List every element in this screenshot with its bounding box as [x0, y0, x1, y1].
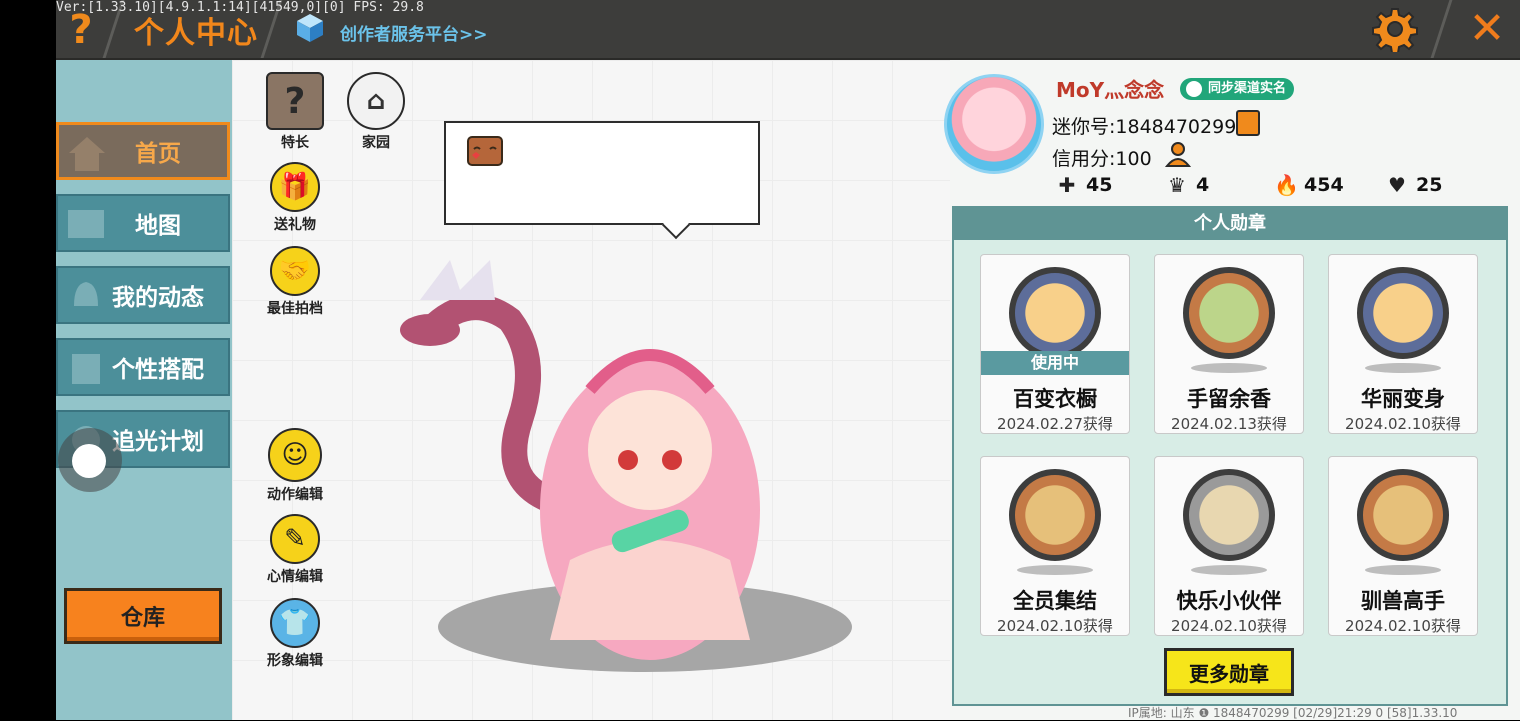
sidebar-item-label: 地图 [135, 213, 181, 239]
real-name-sync-badge[interactable]: 同步渠道实名 [1180, 78, 1295, 100]
medal-shadow [1191, 363, 1267, 373]
tool-label: 最佳拍档 [267, 301, 323, 317]
more-medals-button[interactable]: 更多勋章 [1164, 648, 1294, 696]
popularity-stat[interactable]: 🔥 454 [1274, 174, 1344, 196]
home-icon [69, 137, 105, 171]
tool-label: 形象编辑 [267, 653, 323, 669]
badge-label: 同步渠道实名 [1208, 81, 1287, 96]
popularity-count: 454 [1304, 174, 1344, 196]
question-block-icon: ? [266, 72, 324, 130]
medal-icon [1009, 469, 1101, 561]
medal-card[interactable]: 手留余香 2024.02.13获得 [1154, 254, 1304, 434]
medal-name: 全员集结 [1013, 589, 1097, 613]
medal-name: 华丽变身 [1361, 387, 1445, 411]
friends-stat[interactable]: ✚ 45 [1056, 173, 1113, 197]
send-gift-button[interactable]: 🎁 送礼物 [260, 162, 330, 234]
medal-date: 2024.02.13获得 [1171, 415, 1287, 433]
cheer-icon: ♛ [1168, 173, 1186, 197]
mood-speech-bubble[interactable] [444, 121, 760, 225]
flame-icon: 🔥 [1274, 173, 1299, 197]
pose-icon: ☺ [268, 428, 322, 482]
add-friend-icon: ✚ [1058, 173, 1076, 197]
credit-score: 信用分:100 [1052, 148, 1152, 170]
image-edit-button[interactable]: 👕 形象编辑 [260, 598, 330, 670]
specialty-button[interactable]: ? 特长 [260, 72, 330, 152]
likes-stat[interactable]: ♥ 25 [1386, 174, 1442, 196]
medal-card[interactable]: 快乐小伙伴 2024.02.10获得 [1154, 456, 1304, 636]
medal-date: 2024.02.10获得 [1345, 617, 1461, 635]
best-partner-button[interactable]: 🤝 最佳拍档 [260, 246, 330, 318]
joystick-knob[interactable] [72, 444, 106, 478]
medal-card[interactable]: 华丽变身 2024.02.10获得 [1328, 254, 1478, 434]
nickname: MoY灬念念 [1056, 78, 1165, 102]
medal-card[interactable]: 全员集结 2024.02.10获得 [980, 456, 1130, 636]
verified-user-icon [1186, 81, 1202, 97]
home-button[interactable]: ⌂ 家园 [341, 72, 411, 152]
map-icon [68, 210, 104, 238]
medal-name: 手留余香 [1187, 387, 1271, 411]
outfit-icon: 👕 [270, 598, 320, 648]
tool-label: 动作编辑 [267, 487, 323, 503]
copy-icon[interactable] [1236, 110, 1260, 136]
sidebar-item-outfit[interactable]: 个性搭配 [56, 338, 230, 396]
medal-shadow [1365, 565, 1441, 575]
footer-info: IP属地: 山东 ❶ 1848470299 [02/29]21:29 0 [58… [1128, 706, 1458, 720]
fans-stat[interactable]: ♛ 4 [1166, 174, 1209, 196]
medal-date: 2024.02.10获得 [997, 617, 1113, 635]
cube-icon [297, 14, 323, 42]
gift-icon: 🎁 [270, 162, 320, 212]
house-icon: ⌂ [347, 72, 405, 130]
medals-header: 个人勋章 [954, 208, 1506, 240]
warehouse-button[interactable]: 仓库 [64, 588, 222, 644]
credit-info-icon[interactable] [1164, 140, 1192, 168]
medal-shadow [1017, 565, 1093, 575]
medal-date: 2024.02.10获得 [1345, 415, 1461, 433]
sidebar-item-label: 我的动态 [112, 285, 204, 311]
sidebar-item-activity[interactable]: 我的动态 [56, 266, 230, 324]
sidebar-item-map[interactable]: 地图 [56, 194, 230, 252]
tool-label: 特长 [281, 135, 309, 151]
medal-icon [1183, 267, 1275, 359]
sidebar-item-label: 追光计划 [112, 429, 204, 455]
edit-pencil-icon: ✎ [270, 514, 320, 564]
character-icon [72, 354, 100, 384]
bell-icon [74, 282, 98, 306]
fans-count: 4 [1196, 174, 1210, 196]
avatar[interactable] [944, 74, 1044, 174]
medal-icon [1009, 267, 1101, 359]
sidebar-item-home[interactable]: 首页 [56, 122, 230, 180]
medal-shadow [1191, 565, 1267, 575]
tool-label: 家园 [362, 135, 390, 151]
gear-icon[interactable] [1372, 6, 1418, 52]
handshake-icon: 🤝 [270, 246, 320, 296]
medal-icon [1183, 469, 1275, 561]
mood-emoji-icon [467, 136, 503, 166]
medal-icon [1357, 469, 1449, 561]
medal-name: 百变衣橱 [1013, 387, 1097, 411]
player-avatar[interactable] [400, 240, 760, 660]
medal-shadow [1365, 363, 1441, 373]
sidebar-item-label: 首页 [135, 141, 181, 167]
medal-card[interactable]: 使用中百变衣橱 2024.02.27获得 [980, 254, 1130, 434]
medal-name: 驯兽高手 [1361, 589, 1445, 613]
medal-date: 2024.02.27获得 [997, 415, 1113, 433]
close-button[interactable]: ✕ [1462, 6, 1512, 52]
in-use-tag: 使用中 [981, 351, 1129, 375]
medal-card[interactable]: 驯兽高手 2024.02.10获得 [1328, 456, 1478, 636]
likes-count: 25 [1416, 174, 1443, 196]
creator-platform-link[interactable]: 创作者服务平台>> [340, 20, 488, 45]
tool-label: 心情编辑 [267, 569, 323, 585]
mini-number: 迷你号:1848470299 [1052, 116, 1237, 138]
medal-icon [1357, 267, 1449, 359]
sidebar-item-label: 个性搭配 [112, 357, 204, 383]
medal-name: 快乐小伙伴 [1176, 589, 1282, 613]
action-edit-button[interactable]: ☺ 动作编辑 [260, 428, 330, 504]
heart-icon: ♥ [1388, 173, 1406, 197]
debug-overlay: Ver:[1.33.10][4.9.1.1:14][41549,0][0] FP… [56, 0, 424, 15]
medal-date: 2024.02.10获得 [1171, 617, 1287, 635]
friends-count: 45 [1086, 174, 1113, 196]
mood-edit-button[interactable]: ✎ 心情编辑 [260, 514, 330, 586]
tool-label: 送礼物 [274, 217, 316, 233]
